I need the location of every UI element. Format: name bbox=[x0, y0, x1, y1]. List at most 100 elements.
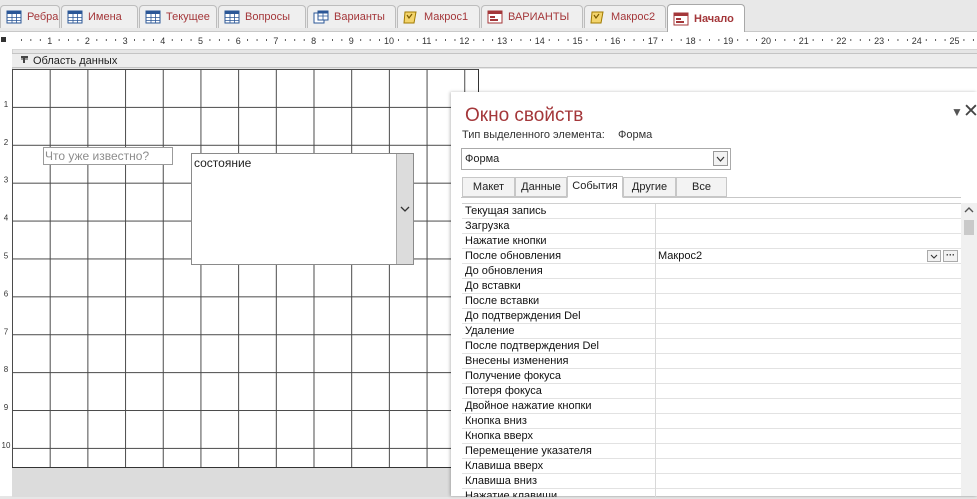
property-row[interactable]: До вставки bbox=[462, 279, 961, 294]
property-name: Клавиша вверх bbox=[465, 460, 544, 472]
property-row[interactable]: До обновления bbox=[462, 264, 961, 279]
scroll-thumb[interactable] bbox=[964, 220, 974, 235]
property-name: Двойное нажатие кнопки bbox=[465, 400, 592, 412]
vertical-ruler-number: 4 bbox=[4, 214, 9, 223]
property-name: Нажатие кнопки bbox=[465, 235, 547, 247]
column-divider bbox=[655, 219, 656, 234]
tab-3[interactable]: Вопросы bbox=[218, 5, 306, 28]
tab-4[interactable]: Варианты bbox=[307, 5, 396, 28]
column-divider bbox=[655, 369, 656, 384]
pane-options-icon[interactable]: ▼ bbox=[951, 105, 963, 119]
property-row[interactable]: До подтверждения Del bbox=[462, 309, 961, 324]
vertical-ruler-number: 6 bbox=[4, 289, 9, 298]
property-name: Клавиша вниз bbox=[465, 475, 538, 487]
property-row[interactable]: Клавиша вниз bbox=[462, 474, 961, 489]
property-row[interactable]: Кнопка вверх bbox=[462, 429, 961, 444]
tab-0[interactable]: Ребра bbox=[0, 5, 60, 28]
ruler-number: 22 bbox=[836, 36, 846, 46]
close-icon[interactable]: ✕ bbox=[963, 100, 977, 123]
column-divider bbox=[655, 294, 656, 309]
macro-icon bbox=[403, 10, 419, 24]
vertical-ruler-number: 2 bbox=[4, 138, 9, 147]
column-divider bbox=[655, 249, 656, 264]
tab-divider bbox=[461, 197, 961, 198]
column-divider bbox=[655, 429, 656, 444]
property-name: Кнопка вниз bbox=[465, 415, 527, 427]
property-tab-4[interactable]: Все bbox=[676, 177, 727, 197]
property-row[interactable]: Перемещение указателя bbox=[462, 444, 961, 459]
property-scrollbar[interactable] bbox=[961, 203, 977, 496]
property-value[interactable]: Макрос2 bbox=[658, 250, 702, 262]
object-select[interactable]: Форма bbox=[461, 148, 731, 170]
property-row[interactable]: После обновления Макрос2 ··· bbox=[462, 249, 961, 264]
ruler-number: 6 bbox=[236, 36, 241, 46]
builder-ellipsis-button[interactable]: ··· bbox=[943, 250, 958, 262]
property-tab-0[interactable]: Макет bbox=[462, 177, 515, 197]
property-row[interactable]: Удаление bbox=[462, 324, 961, 339]
ruler-origin bbox=[1, 37, 6, 42]
property-row[interactable]: После подтверждения Del bbox=[462, 339, 961, 354]
chevron-down-icon bbox=[400, 206, 410, 212]
form-label-text: Что уже известно? bbox=[45, 149, 150, 163]
property-name: Внесены изменения bbox=[465, 355, 569, 367]
property-name: После подтверждения Del bbox=[465, 340, 599, 352]
property-row[interactable]: Получение фокуса bbox=[462, 369, 961, 384]
vertical-ruler-number: 10 bbox=[2, 441, 11, 450]
ruler-number: 18 bbox=[686, 36, 696, 46]
form-label-known[interactable]: Что уже известно? bbox=[43, 147, 173, 165]
object-select-dropdown[interactable] bbox=[713, 151, 728, 166]
section-header-detail[interactable]: Область данных bbox=[12, 53, 977, 68]
property-row[interactable]: После вставки bbox=[462, 294, 961, 309]
property-row[interactable]: Двойное нажатие кнопки bbox=[462, 399, 961, 414]
property-row[interactable]: Нажатие кнопки bbox=[462, 234, 961, 249]
ruler-number: 3 bbox=[123, 36, 128, 46]
tab-2[interactable]: Текущее bbox=[139, 5, 217, 28]
tab-label: ВАРИАНТЫ bbox=[508, 11, 570, 23]
property-row[interactable]: Загрузка bbox=[462, 219, 961, 234]
ruler-marks: 1 2 3 4 5 6 7 8 9 10 11 12 13 14 15 16 17 18 19 20 21 22 23 24 2… bbox=[1, 36, 974, 46]
column-divider bbox=[655, 309, 656, 324]
vertical-ruler-number: 1 bbox=[4, 100, 9, 109]
form-design-grid[interactable] bbox=[12, 69, 479, 467]
tab-1[interactable]: Имена bbox=[61, 5, 138, 28]
section-collapse-icon bbox=[20, 55, 29, 67]
vertical-ruler-number: 8 bbox=[4, 365, 9, 374]
tab-7[interactable]: Макрос2 bbox=[584, 5, 666, 28]
tab-5[interactable]: Макрос1 bbox=[397, 5, 480, 28]
property-name: До обновления bbox=[465, 265, 543, 277]
property-sheet: Окно свойств ▼ ✕ Тип выделенного элемент… bbox=[451, 92, 977, 497]
tab-label: Вопросы bbox=[245, 11, 291, 23]
tab-label: Текущее bbox=[166, 11, 210, 23]
ruler-number: 1 bbox=[47, 36, 52, 46]
document-tab-bar: Ребра Имена Текущее Вопросы Варианты Макрос1 В… bbox=[0, 0, 977, 32]
table-icon bbox=[224, 10, 240, 24]
column-divider bbox=[655, 474, 656, 489]
ruler-number: 19 bbox=[723, 36, 733, 46]
property-name: Потеря фокуса bbox=[465, 385, 542, 397]
property-row[interactable]: Кнопка вниз bbox=[462, 414, 961, 429]
column-divider bbox=[655, 399, 656, 414]
property-tab-2[interactable]: События bbox=[567, 176, 623, 198]
tab-label: Имена bbox=[88, 11, 122, 23]
property-tab-1[interactable]: Данные bbox=[515, 177, 567, 197]
column-divider bbox=[655, 339, 656, 354]
property-row[interactable]: Внесены изменения bbox=[462, 354, 961, 369]
property-name: Удаление bbox=[465, 325, 515, 337]
scroll-up-icon[interactable] bbox=[964, 206, 974, 214]
combo-text: состояние bbox=[194, 156, 252, 170]
tab-6[interactable]: ВАРИАНТЫ bbox=[481, 5, 583, 28]
table-icon bbox=[6, 10, 22, 24]
property-row[interactable]: Потеря фокуса bbox=[462, 384, 961, 399]
property-grid: Текущая запись Загрузка Нажатие кнопки Посл… bbox=[462, 203, 961, 497]
ruler-number: 23 bbox=[874, 36, 884, 46]
ruler-number: 7 bbox=[273, 36, 278, 46]
tab-8[interactable]: Начало bbox=[667, 4, 745, 32]
property-row[interactable]: Клавиша вверх bbox=[462, 459, 961, 474]
combo-dropdown-button[interactable] bbox=[396, 154, 413, 264]
property-tab-3[interactable]: Другие bbox=[623, 177, 676, 197]
query-icon bbox=[313, 10, 329, 24]
form-combo-state[interactable]: состояние bbox=[191, 153, 414, 265]
ruler-number: 10 bbox=[384, 36, 394, 46]
property-row[interactable]: Текущая запись bbox=[462, 204, 961, 219]
property-dropdown-button[interactable] bbox=[927, 250, 941, 262]
